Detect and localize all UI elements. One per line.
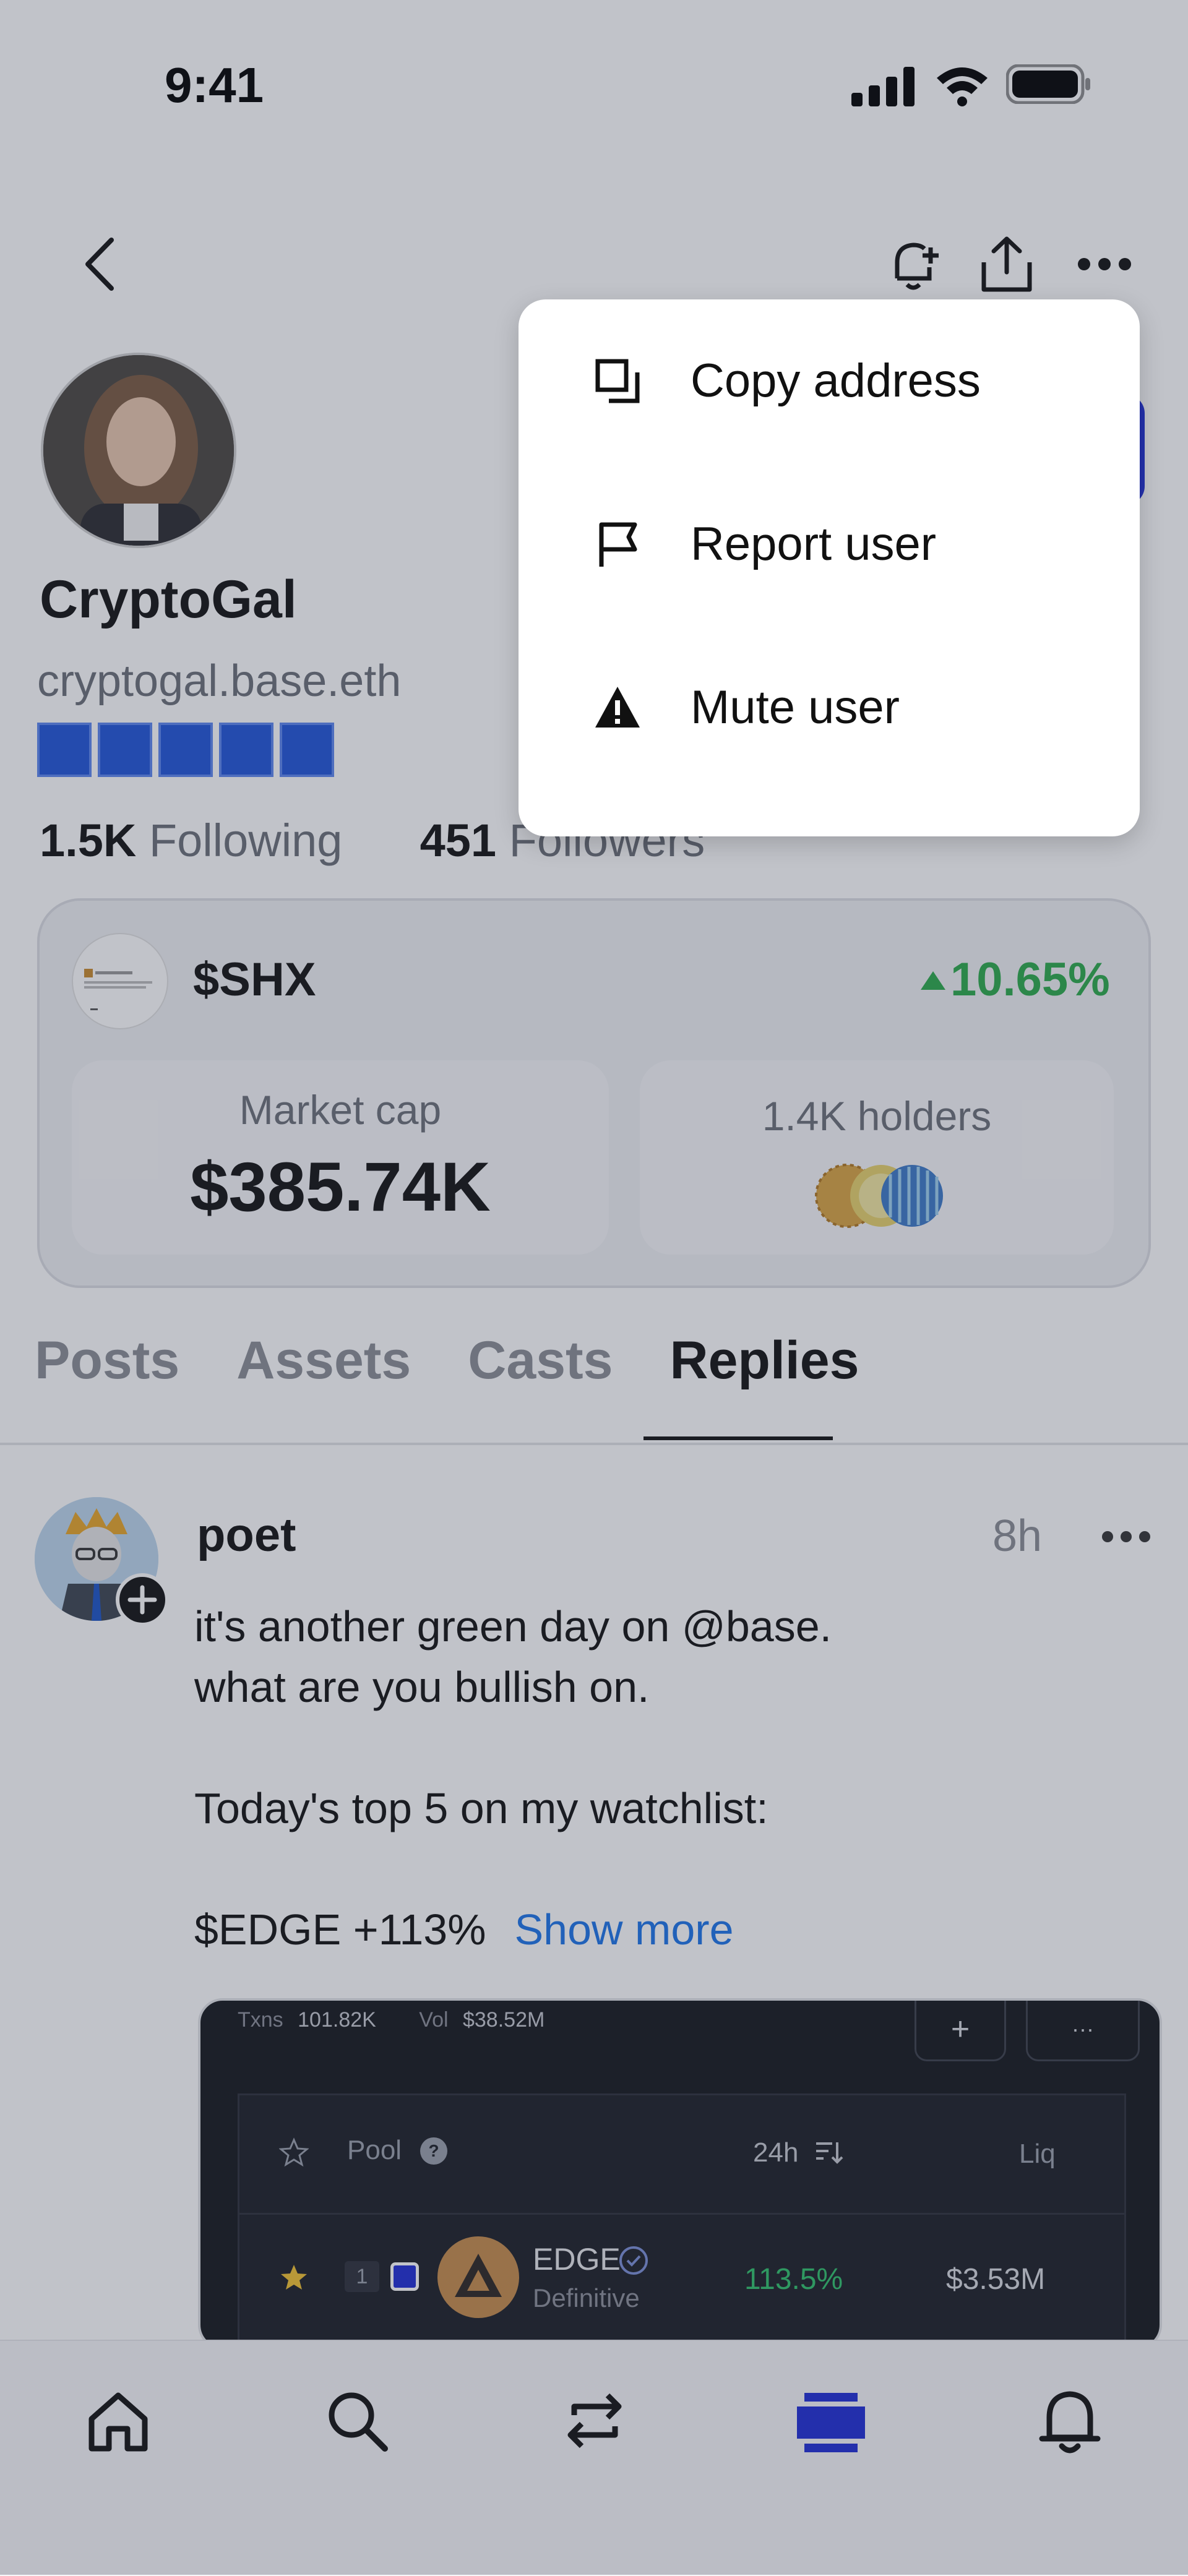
flag-icon xyxy=(593,520,642,569)
menu-item-copy-address[interactable]: Copy address xyxy=(519,299,1140,463)
menu-item-label: Report user xyxy=(691,518,937,570)
menu-item-label: Copy address xyxy=(691,354,981,407)
menu-item-label: Mute user xyxy=(691,681,900,734)
warning-icon xyxy=(593,683,642,732)
copy-icon xyxy=(593,356,642,406)
profile-context-menu: Copy address Report user Mute user xyxy=(519,299,1140,836)
menu-item-report-user[interactable]: Report user xyxy=(519,463,1140,626)
menu-item-mute-user[interactable]: Mute user xyxy=(519,626,1140,789)
